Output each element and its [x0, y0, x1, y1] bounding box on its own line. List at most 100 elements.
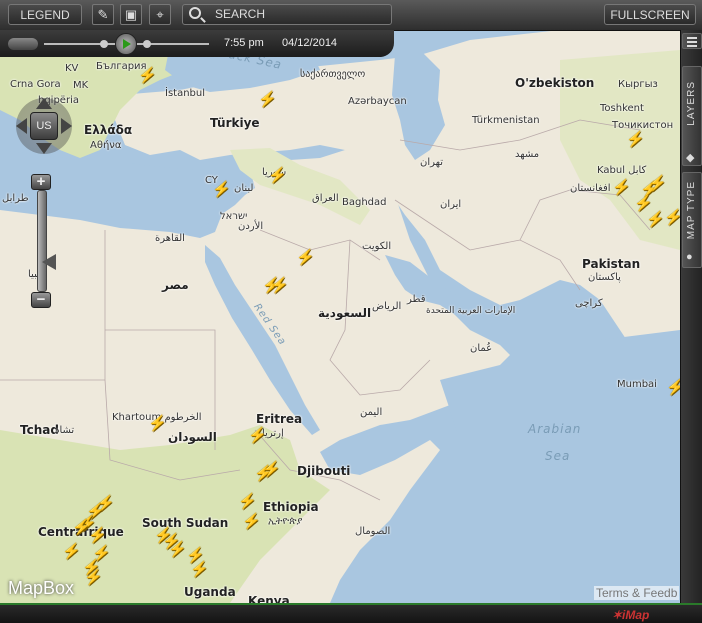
label-egypt: مصر: [162, 278, 189, 292]
label-yemen: اليمن: [360, 407, 383, 418]
lightning-strike-icon: ⚡: [242, 513, 261, 530]
label-mashhad: مشهد: [515, 149, 540, 160]
label-jordan: الأردن: [238, 221, 264, 232]
label-iran: ایران: [440, 199, 462, 210]
label-eritrea: Eritrea: [256, 412, 303, 426]
pan-east-arrow[interactable]: [61, 118, 72, 134]
terms-feedback-link[interactable]: Terms & Feedb: [594, 586, 680, 600]
lightning-strike-icon: ⚡: [612, 179, 631, 196]
tab-layers[interactable]: LAYERS ◆: [682, 66, 702, 166]
lightning-strike-icon: ⚡: [634, 195, 653, 212]
lightning-strike-icon: ⚡: [62, 543, 81, 560]
top-toolbar: LEGEND ✎ ▣ ⌖ SEARCH FULLSCREEN: [0, 0, 702, 31]
globe-icon: ●: [686, 251, 693, 263]
pan-control: US: [8, 98, 78, 158]
label-mumbai: Mumbai: [617, 379, 657, 390]
zoom-out-button[interactable]: −: [31, 292, 51, 308]
lightning-strike-icon: ⚡: [270, 277, 289, 294]
date-display: 04/12/2014: [282, 37, 338, 49]
zoom-slider-track[interactable]: [37, 190, 47, 292]
label-pakistan: Pakistan: [582, 257, 641, 271]
lightning-strike-icon: ⚡: [168, 541, 187, 558]
label-kabul: Kabul كابل: [597, 165, 647, 176]
label-athina: Αθήνα: [90, 140, 122, 151]
label-baghdad: Baghdad: [342, 197, 387, 208]
label-kuwait: الكويت: [362, 241, 392, 252]
label-somalia: الصومال: [355, 526, 391, 537]
label-arabian-sea: Arabian: [528, 422, 582, 436]
label-chad: Tchad: [20, 423, 59, 437]
zoom-in-button[interactable]: +: [31, 174, 51, 190]
menu-button[interactable]: [682, 33, 702, 49]
label-azerbaijan: Azərbaycan: [348, 96, 407, 107]
label-uzbekistan: O'zbekiston: [515, 76, 595, 90]
label-ethiopia-am: ኢትዮጵያ: [268, 516, 303, 527]
screen-icon[interactable]: ▣: [120, 4, 142, 25]
label-djibouti: Djibouti: [297, 464, 351, 478]
label-uganda: Uganda: [184, 585, 236, 599]
side-panel: LAYERS ◆ MAP TYPE ●: [680, 30, 702, 603]
lightning-strike-icon: ⚡: [648, 175, 667, 192]
lightning-strike-icon: ⚡: [248, 427, 267, 444]
label-turkmenistan: Türkmenistan: [472, 115, 540, 126]
tab-map-type[interactable]: MAP TYPE ●: [682, 172, 702, 268]
lightning-strike-icon: ⚡: [238, 493, 257, 510]
label-kenya: Kenya: [248, 594, 290, 603]
lightning-strike-icon: ⚡: [262, 461, 281, 478]
speed-toggle[interactable]: [8, 38, 38, 50]
region-us-button[interactable]: US: [30, 112, 58, 140]
label-afghanistan: افغانستان: [570, 183, 611, 194]
label-riyadh: الرياض: [372, 301, 402, 312]
lightning-strike-icon: ⚡: [626, 131, 645, 148]
lightning-strike-icon: ⚡: [268, 167, 287, 184]
time-slider-bar: 7:55 pm 04/12/2014: [0, 30, 394, 57]
slider-end-handle[interactable]: [143, 40, 151, 48]
pan-south-arrow[interactable]: [36, 143, 52, 154]
label-kyrgyzstan: Кыргыз: [618, 79, 658, 90]
fullscreen-button[interactable]: FULLSCREEN: [604, 4, 696, 25]
pan-north-arrow[interactable]: [36, 98, 52, 109]
label-cairo: القاهرة: [155, 233, 185, 244]
lightning-strike-icon: ⚡: [212, 181, 231, 198]
label-pakistan-ar: پاکستان: [588, 272, 621, 283]
label-arabian-sea-2: Sea: [545, 449, 571, 463]
label-saudi: السعودية: [318, 306, 372, 320]
brand-logo: ✶iMap: [612, 608, 650, 622]
search-icon: [189, 7, 201, 19]
mapbox-logo: MapBox: [8, 578, 75, 598]
search-label: SEARCH: [215, 7, 266, 21]
map-canvas[interactable]: Crna Gora KV България MK hqipëria Ελλάδα…: [0, 0, 680, 603]
label-tajikistan: Точикистон: [612, 120, 674, 131]
lightning-strike-icon: ⚡: [664, 209, 680, 226]
tab-layers-label: LAYERS: [686, 81, 697, 126]
label-tarabulus: طرابل: [2, 193, 29, 204]
play-button[interactable]: [115, 33, 137, 55]
menu-icon: [687, 37, 697, 39]
label-ellada: Ελλάδα: [84, 123, 133, 137]
label-uae: الإمارات العربية المتحدة: [426, 306, 516, 316]
pan-west-arrow[interactable]: [16, 118, 27, 134]
label-turkey: Türkiye: [210, 116, 260, 130]
tab-map-type-label: MAP TYPE: [686, 181, 697, 240]
route-icon[interactable]: ⌖: [149, 4, 171, 25]
label-qatar: قطر: [407, 294, 426, 305]
legend-button[interactable]: LEGEND: [8, 4, 82, 25]
label-mk: MK: [73, 80, 89, 91]
lightning-strike-icon: ⚡: [296, 249, 315, 266]
label-istanbul: İstanbul: [165, 88, 206, 99]
weather-map-app: Crna Gora KV България MK hqipëria Ελλάδα…: [0, 0, 702, 623]
label-chad-ar: تشاد: [55, 425, 75, 436]
lightning-strike-icon: ⚡: [148, 415, 167, 432]
zoom-slider-handle[interactable]: [42, 254, 56, 270]
search-button[interactable]: SEARCH: [182, 4, 392, 25]
label-sudan: السودان: [168, 430, 217, 444]
layers-icon: ◆: [686, 152, 695, 164]
label-kv: KV: [65, 63, 79, 74]
label-tehran: تهران: [420, 157, 444, 168]
label-oman: عُمان: [470, 343, 493, 354]
pencil-icon[interactable]: ✎: [92, 4, 114, 25]
slider-start-handle[interactable]: [100, 40, 108, 48]
lightning-strike-icon: ⚡: [666, 379, 680, 396]
lightning-strike-icon: ⚡: [138, 67, 157, 84]
label-georgia: საქართველო: [300, 69, 366, 80]
